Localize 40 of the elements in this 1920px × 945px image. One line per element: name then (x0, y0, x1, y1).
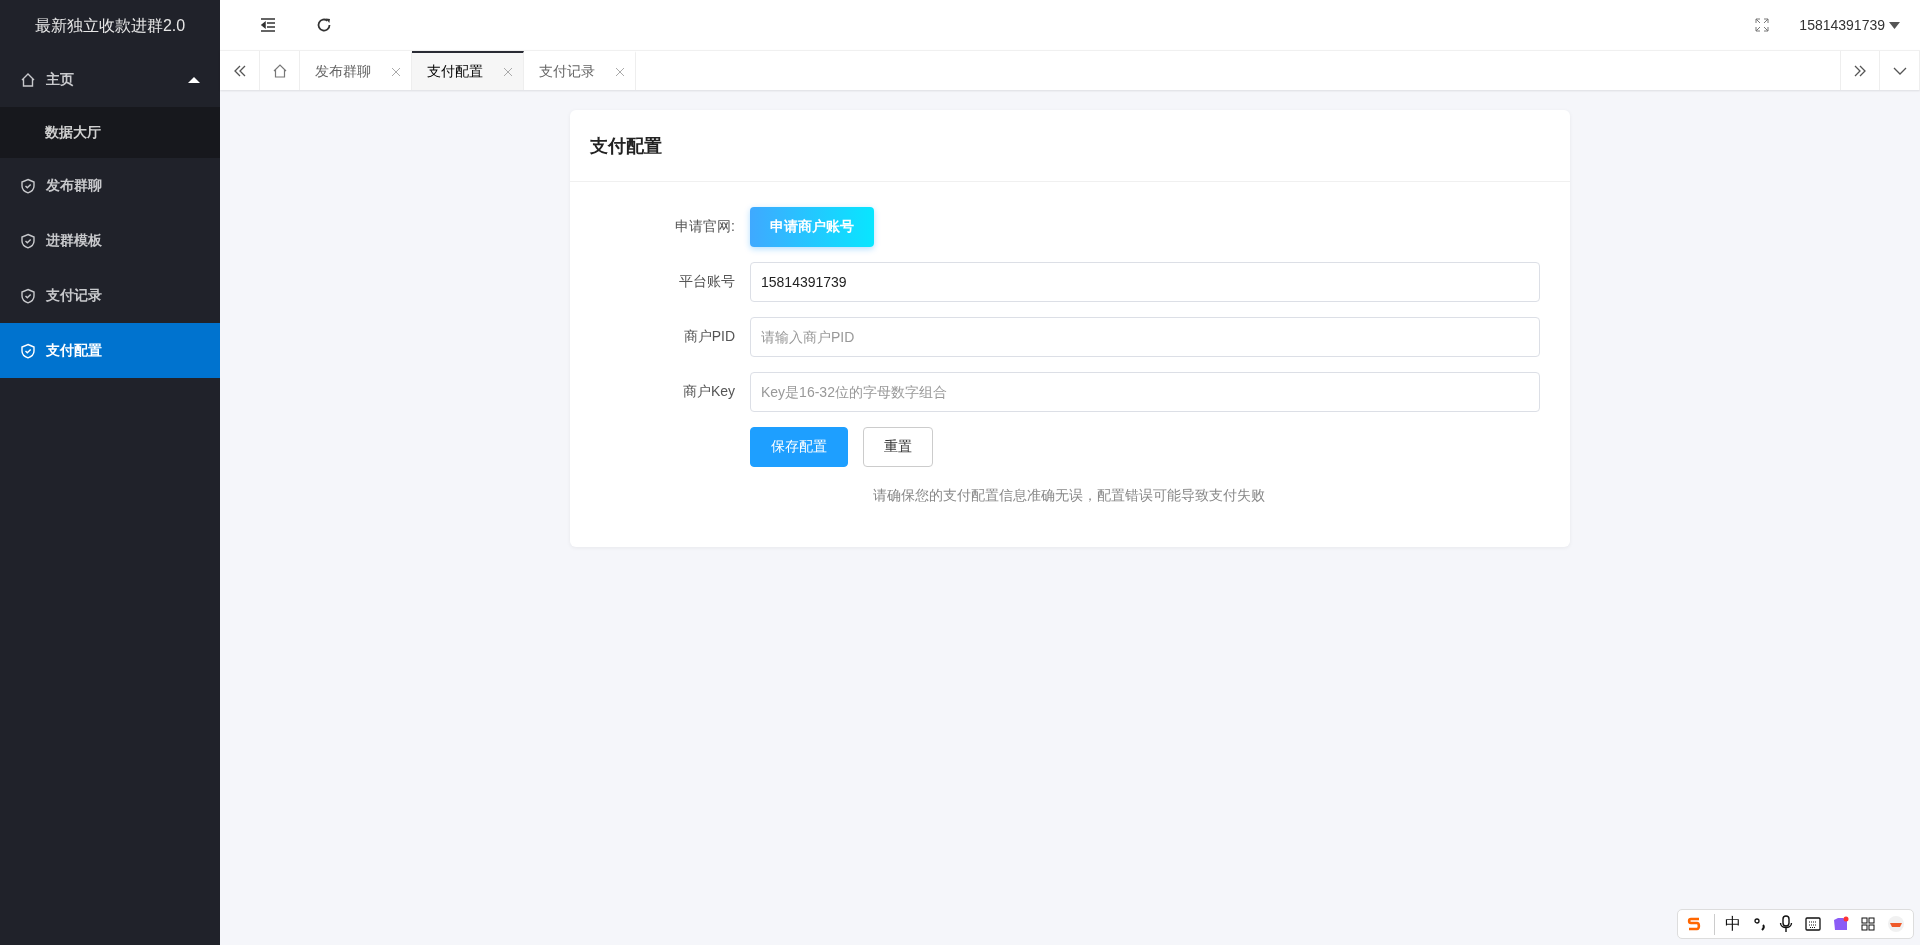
input-field[interactable]: Key是16-32位的字母数字组合 (750, 372, 1540, 412)
page-tab[interactable]: 支付记录 (524, 51, 636, 90)
input-field[interactable]: 15814391739 (750, 262, 1540, 302)
keyboard-icon[interactable] (1805, 917, 1821, 931)
caret-icon (188, 75, 200, 84)
field-label: 平台账号 (678, 273, 735, 291)
app-title: 最新独立收款进群2.0 (33, 15, 187, 36)
sidebar-item[interactable]: 主页 (0, 52, 220, 107)
mascot-icon[interactable] (1887, 915, 1905, 933)
card-title: 支付配置 (570, 110, 1570, 182)
fullscreen-icon[interactable] (1755, 18, 1770, 32)
shield-check-icon (20, 232, 36, 249)
home-icon (20, 71, 36, 88)
hint-text: 请确保您的支付配置信息准确无误，配置错误可能导致支付失败 (873, 487, 1266, 505)
reset-button[interactable]: 重置 (863, 427, 933, 467)
close-icon[interactable] (391, 66, 401, 77)
input-field[interactable]: 请输入商户PID (750, 317, 1540, 357)
field-label: 商户Key (681, 383, 735, 401)
close-icon[interactable] (503, 66, 513, 77)
punctuation-icon[interactable] (1753, 916, 1767, 932)
grid-icon[interactable] (1861, 917, 1875, 931)
page-tab[interactable]: 支付配置 (412, 51, 524, 90)
sidebar-item[interactable]: 进群模板 (0, 213, 220, 268)
sidebar-item[interactable]: 支付配置 (0, 323, 220, 378)
user-menu[interactable]: 15814391739 (1769, 17, 1900, 33)
shield-check-icon (20, 342, 36, 359)
s-logo-icon[interactable] (1686, 916, 1702, 932)
input-mode[interactable]: 中 (1714, 913, 1741, 935)
scroll-right-icon[interactable] (1840, 51, 1880, 90)
page-tab[interactable]: 发布群聊 (300, 51, 412, 90)
sidebar-item[interactable]: 发布群聊 (0, 158, 220, 213)
field-label: 商户PID (682, 328, 735, 346)
microphone-icon[interactable] (1779, 915, 1793, 933)
caret-icon (1889, 21, 1900, 29)
close-icon[interactable] (615, 66, 625, 77)
shield-check-icon (20, 177, 36, 194)
sidebar-subitem[interactable]: 数据大厅 (0, 107, 220, 158)
shield-check-icon (20, 287, 36, 304)
field-label: 申请官网: (674, 218, 735, 236)
sidebar-item[interactable]: 支付记录 (0, 268, 220, 323)
